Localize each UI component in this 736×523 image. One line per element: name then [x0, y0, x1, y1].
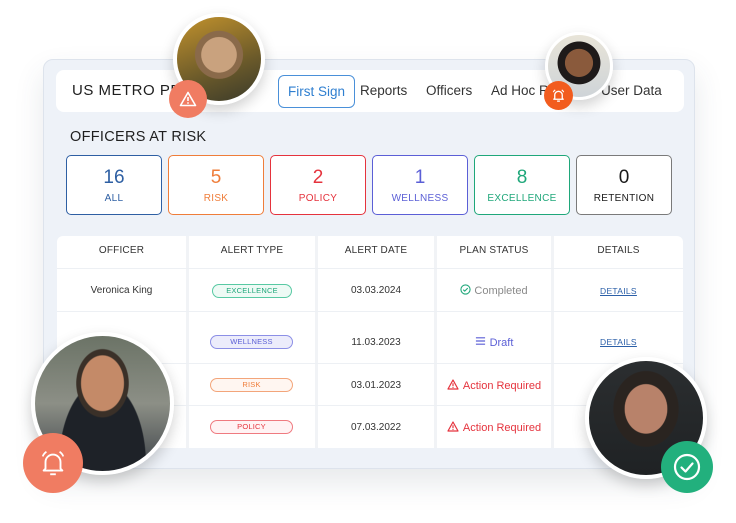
stat-count: 16 — [103, 167, 125, 188]
tab-reports[interactable]: Reports — [360, 75, 407, 108]
alert-type-badge: POLICY — [210, 420, 293, 434]
bell-badge — [23, 433, 83, 493]
row-divider — [57, 268, 683, 269]
stat-count: 1 — [414, 167, 426, 188]
bell-icon — [41, 451, 65, 476]
warning-icon — [447, 421, 459, 432]
section-title: OFFICERS AT RISK — [70, 129, 207, 145]
column-header-alert-date[interactable]: ALERT DATE — [318, 245, 434, 256]
brand-title: US METRO PD — [72, 82, 182, 99]
alert-type-badge: EXCELLENCE — [212, 284, 292, 298]
stat-card-all[interactable]: 16 ALL — [66, 155, 162, 215]
list-icon — [475, 337, 485, 345]
tab-first-sign[interactable]: First Sign — [278, 75, 356, 108]
alert-badge — [169, 80, 207, 118]
alert-date: 07.03.2022 — [350, 422, 402, 433]
stat-count: 0 — [618, 167, 630, 188]
stat-count: 2 — [312, 167, 324, 188]
warning-icon — [179, 91, 197, 107]
tab-officers[interactable]: Officers — [426, 75, 472, 108]
stat-count: 8 — [516, 167, 528, 188]
alert-date: 11.03.2023 — [351, 337, 401, 348]
column-header-details[interactable]: DETAILS — [554, 245, 683, 256]
column-header-officer[interactable]: OFFICER — [57, 245, 186, 256]
stat-card-wellness[interactable]: 1 WELLNESS — [372, 155, 468, 215]
plan-status-text: Action Required — [462, 422, 542, 434]
column-header-plan-status[interactable]: PLAN STATUS — [437, 245, 551, 256]
check-circle-icon — [673, 453, 701, 481]
stat-label: ALL — [104, 193, 124, 204]
stat-label: POLICY — [298, 193, 338, 204]
check-circle-icon — [460, 284, 472, 295]
plan-status: Action Required — [437, 379, 551, 392]
alert-type-badge: RISK — [210, 378, 293, 392]
success-badge — [661, 441, 713, 493]
stat-count: 5 — [210, 167, 222, 188]
bell-icon — [552, 89, 565, 102]
plan-status-text: Draft — [489, 337, 514, 349]
stat-label: WELLNESS — [391, 193, 449, 204]
plan-status-text: Completed — [474, 285, 528, 297]
stat-label: EXCELLENCE — [487, 193, 557, 204]
warning-icon — [447, 379, 459, 390]
officer-name: Veronica King — [90, 285, 153, 296]
stat-card-retention[interactable]: 0 RETENTION — [576, 155, 672, 215]
stat-card-risk[interactable]: 5 RISK — [168, 155, 264, 215]
bell-badge — [544, 81, 573, 110]
details-link[interactable]: DETAILS — [600, 337, 637, 347]
alert-date: 03.01.2023 — [350, 380, 402, 391]
plan-status: Draft — [437, 336, 551, 349]
tab-user-data[interactable]: User Data — [601, 75, 662, 108]
plan-status: Completed — [437, 284, 551, 297]
alert-date: 03.03.2024 — [350, 285, 402, 296]
alert-type-badge: WELLNESS — [210, 335, 293, 349]
tab-ad-hoc-reports[interactable]: Ad Hoc Reports — [491, 75, 551, 108]
stat-label: RISK — [203, 193, 229, 204]
plan-status: Action Required — [437, 421, 551, 434]
plan-status-text: Action Required — [462, 380, 542, 392]
details-link[interactable]: DETAILS — [600, 286, 637, 296]
stat-label: RETENTION — [593, 193, 655, 204]
stat-card-policy[interactable]: 2 POLICY — [270, 155, 366, 215]
row-divider — [57, 311, 683, 312]
stat-card-excellence[interactable]: 8 EXCELLENCE — [474, 155, 570, 215]
column-header-alert-type[interactable]: ALERT TYPE — [189, 245, 315, 256]
